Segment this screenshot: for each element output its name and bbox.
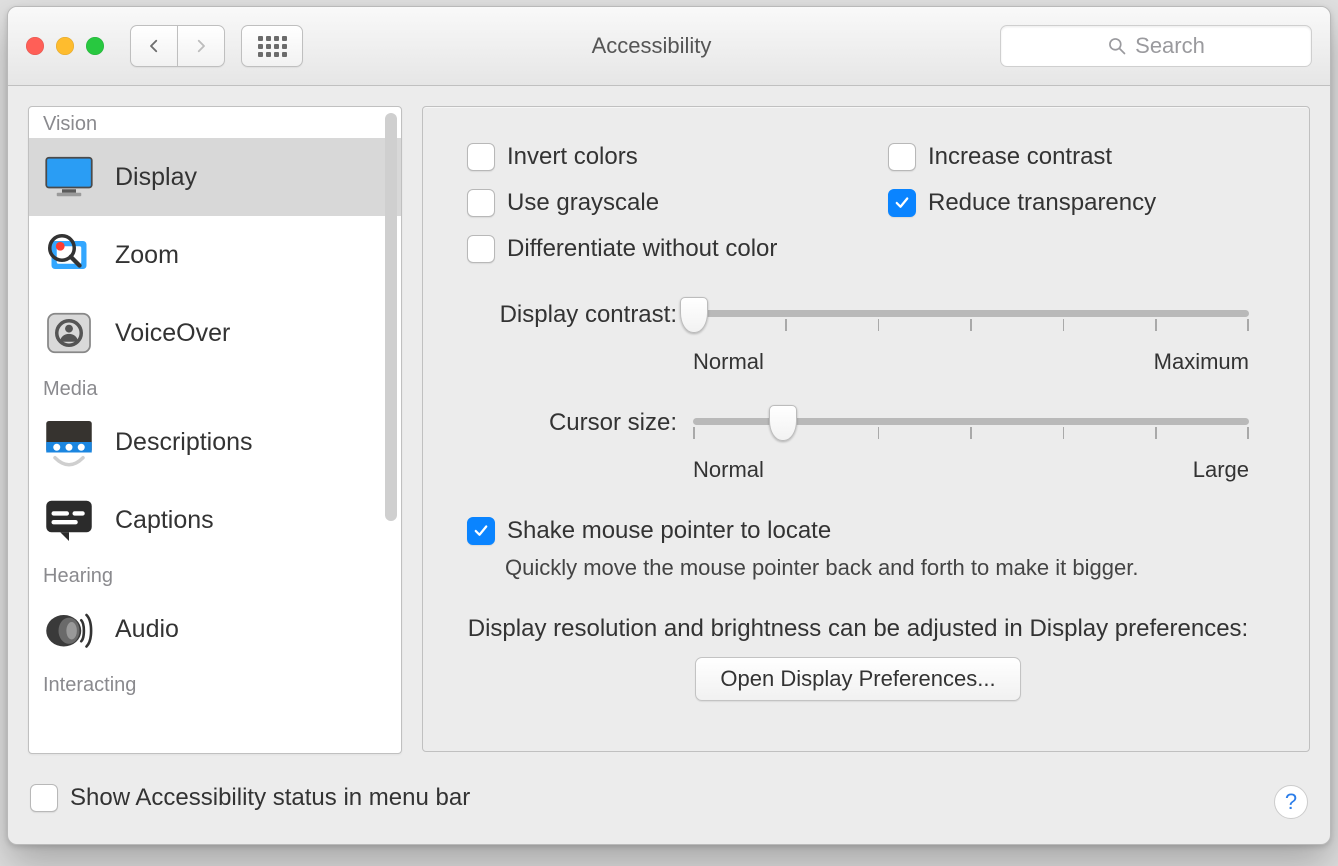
reduce-transparency-label: Reduce transparency	[928, 189, 1156, 217]
display-contrast-row: Display contrast: Normal Maximum	[467, 301, 1249, 375]
traffic-lights	[26, 37, 104, 55]
sidebar-section-vision: Vision	[29, 107, 401, 138]
audio-icon	[41, 601, 97, 657]
use-grayscale-row: Use grayscale	[467, 189, 828, 217]
sidebar-item-label: Descriptions	[115, 428, 253, 457]
search-field[interactable]: Search	[1000, 25, 1312, 67]
cursor-slider[interactable]: Normal Large	[693, 409, 1249, 483]
reduce-transparency-checkbox[interactable]	[888, 189, 916, 217]
check-icon	[472, 522, 490, 540]
display-icon	[41, 149, 97, 205]
zoom-window-button[interactable]	[86, 37, 104, 55]
checkbox-grid: Invert colors Increase contrast Use gray…	[467, 141, 1249, 273]
nav-buttons	[130, 25, 225, 67]
contrast-slider-label: Display contrast:	[467, 301, 677, 329]
scrollbar[interactable]	[385, 113, 397, 521]
show-status-row: Show Accessibility status in menu bar	[30, 784, 470, 812]
shake-locate-hint: Quickly move the mouse pointer back and …	[505, 555, 1249, 581]
cursor-size-row: Cursor size: Normal Large	[467, 409, 1249, 483]
prefs-window: Accessibility Search Vision Display Zoom Vo…	[7, 6, 1331, 845]
sidebar-item-label: Audio	[115, 615, 179, 644]
reduce-transparency-row: Reduce transparency	[888, 189, 1249, 217]
differentiate-row: Differentiate without color	[467, 235, 1249, 263]
check-icon	[893, 194, 911, 212]
close-window-button[interactable]	[26, 37, 44, 55]
display-panel: Invert colors Increase contrast Use gray…	[422, 106, 1310, 752]
toolbar: Accessibility Search	[8, 7, 1330, 86]
sidebar-item-label: Zoom	[115, 241, 179, 270]
zoom-icon	[41, 227, 97, 283]
cursor-max-label: Large	[1193, 457, 1249, 483]
sidebar-item-display[interactable]: Display	[29, 138, 401, 216]
cursor-slider-label: Cursor size:	[467, 409, 677, 437]
use-grayscale-checkbox[interactable]	[467, 189, 495, 217]
back-button[interactable]	[130, 25, 177, 67]
increase-contrast-label: Increase contrast	[928, 143, 1112, 171]
search-placeholder: Search	[1135, 33, 1205, 59]
sidebar-item-descriptions[interactable]: Descriptions	[29, 403, 401, 481]
sidebar-item-voiceover[interactable]: VoiceOver	[29, 294, 401, 372]
help-button[interactable]: ?	[1274, 785, 1308, 819]
sidebar-section-interacting: Interacting	[29, 668, 401, 699]
chevron-right-icon	[192, 37, 210, 55]
increase-contrast-row: Increase contrast	[888, 143, 1249, 171]
minimize-window-button[interactable]	[56, 37, 74, 55]
invert-colors-label: Invert colors	[507, 143, 638, 171]
differentiate-label: Differentiate without color	[507, 235, 777, 263]
grid-icon	[258, 36, 287, 57]
voiceover-icon	[41, 305, 97, 361]
use-grayscale-label: Use grayscale	[507, 189, 659, 217]
sidebar-item-audio[interactable]: Audio	[29, 590, 401, 668]
descriptions-icon	[41, 414, 97, 470]
sidebar: Vision Display Zoom VoiceOver Media Descripti…	[28, 106, 402, 754]
forward-button[interactable]	[177, 25, 225, 67]
footer: Show Accessibility status in menu bar ?	[8, 774, 1330, 844]
body: Vision Display Zoom VoiceOver Media Descripti…	[8, 86, 1330, 774]
sidebar-item-label: Display	[115, 163, 197, 192]
sidebar-item-captions[interactable]: Captions	[29, 481, 401, 559]
window-title: Accessibility	[319, 33, 984, 59]
cursor-min-label: Normal	[693, 457, 764, 483]
show-status-checkbox[interactable]	[30, 784, 58, 812]
captions-icon	[41, 492, 97, 548]
shake-locate-row: Shake mouse pointer to locate	[467, 517, 1249, 545]
open-prefs-message: Display resolution and brightness can be…	[467, 615, 1249, 643]
contrast-min-label: Normal	[693, 349, 764, 375]
sidebar-section-media: Media	[29, 372, 401, 403]
sidebar-item-label: Captions	[115, 506, 214, 535]
contrast-max-label: Maximum	[1154, 349, 1249, 375]
differentiate-checkbox[interactable]	[467, 235, 495, 263]
increase-contrast-checkbox[interactable]	[888, 143, 916, 171]
open-display-prefs-button[interactable]: Open Display Preferences...	[695, 657, 1020, 701]
search-icon	[1107, 36, 1127, 56]
show-all-button[interactable]	[241, 25, 303, 67]
chevron-left-icon	[145, 37, 163, 55]
sidebar-item-zoom[interactable]: Zoom	[29, 216, 401, 294]
shake-locate-label: Shake mouse pointer to locate	[507, 517, 831, 545]
invert-colors-row: Invert colors	[467, 143, 828, 171]
open-prefs-section: Display resolution and brightness can be…	[467, 615, 1249, 701]
sidebar-section-hearing: Hearing	[29, 559, 401, 590]
invert-colors-checkbox[interactable]	[467, 143, 495, 171]
show-status-label: Show Accessibility status in menu bar	[70, 784, 470, 812]
contrast-slider[interactable]: Normal Maximum	[693, 301, 1249, 375]
shake-locate-checkbox[interactable]	[467, 517, 495, 545]
sidebar-item-label: VoiceOver	[115, 319, 230, 348]
